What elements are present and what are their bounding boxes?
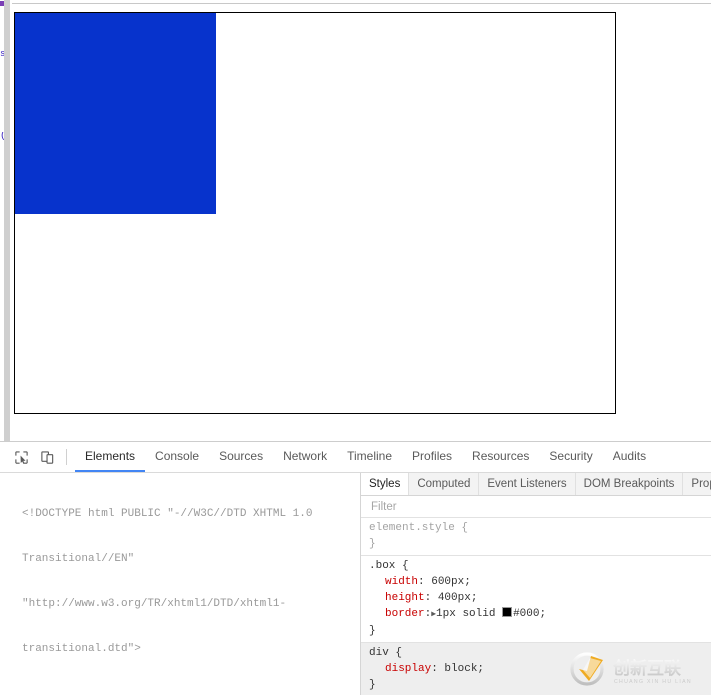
device-toolbar-icon-svg [40,450,53,464]
tab-elements[interactable]: Elements [75,442,146,472]
tab-timeline[interactable]: Timeline [337,442,402,472]
dom-doctype-line-1: <!DOCTYPE html PUBLIC "-//W3C//DTD XHTML… [22,508,313,520]
css-rule-element-style[interactable]: element.style { } [361,518,711,556]
styles-filter-row [361,496,711,518]
css-rule-close-brace: } [369,623,711,639]
css-selector-box[interactable]: .box { [369,558,711,574]
tab-audits[interactable]: Audits [603,442,656,472]
left-strip-marker-top [0,1,4,6]
css-value-border-head[interactable]: 1px solid [436,608,502,620]
css-decl-height[interactable]: height: 400px; [369,590,711,606]
css-prop-border[interactable]: border [369,608,425,620]
css-rule-box[interactable]: .box { width: 600px; height: 400px; bord… [361,556,711,643]
css-selector-text: element.style { [369,522,469,534]
left-strip-text-fragment-a: s [0,50,4,58]
css-close-brace-text: } [369,538,376,550]
toolbar-separator [66,449,67,465]
left-scrollbar-track[interactable] [4,0,10,441]
dom-doctype-line-3: "http://www.w3.org/TR/xhtml1/DTD/xhtml1- [22,598,287,610]
css-decl-border[interactable]: border:▶1px solid #000; [369,606,711,623]
dom-tree-pane: <!DOCTYPE html PUBLIC "-//W3C//DTD XHTML… [0,473,360,695]
css-sep: : [424,592,438,604]
css-decl-display[interactable]: display: block; [369,661,711,677]
dom-doctype-line-2: Transitional//EN" [22,553,135,565]
css-value-display[interactable]: block; [444,663,484,675]
tab-network[interactable]: Network [273,442,337,472]
css-decl-width[interactable]: width: 600px; [369,574,711,590]
css-prop-width[interactable]: width [369,576,418,588]
sidebar-tab-computed[interactable]: Computed [409,473,480,495]
css-prop-height[interactable]: height [369,592,425,604]
css-value-border-color[interactable]: #000; [513,608,546,620]
tab-console[interactable]: Console [145,442,209,472]
devtools-toolbar: Elements Console Sources Network Timelin… [0,442,711,473]
left-strip-text-fragment-b: ( [0,132,4,142]
css-rule-close-brace: } [369,536,711,552]
css-selector-div[interactable]: div { [369,645,711,661]
box-element[interactable] [14,12,616,414]
sidebar-tab-properties[interactable]: Proper [683,473,711,495]
css-sep: : [431,663,445,675]
devtools-tab-strip: Elements Console Sources Network Timelin… [75,442,656,472]
tab-resources[interactable]: Resources [462,442,539,472]
css-sep: : [418,576,432,588]
inspect-element-icon[interactable] [8,444,34,470]
left-window-strip: s ( [0,0,12,441]
styles-filter-input[interactable] [369,499,703,514]
tab-sources[interactable]: Sources [209,442,273,472]
sidebar-tab-styles[interactable]: Styles [361,473,410,495]
css-selector-text: .box { [369,560,409,572]
css-selector-element-style: element.style { [369,520,711,536]
dom-doctype-line-4: transitional.dtd"> [22,643,141,655]
viewport-top-hairline [12,3,711,4]
devtools-body: <!DOCTYPE html PUBLIC "-//W3C//DTD XHTML… [0,473,711,695]
devtools-panel: Elements Console Sources Network Timelin… [0,441,711,695]
css-prop-display[interactable]: display [369,663,431,675]
page-viewport: s ( [0,0,711,441]
styles-sidebar-pane: Styles Computed Event Listeners DOM Brea… [361,473,711,695]
inspect-element-icon-svg [14,450,28,464]
sidebar-tab-event-listeners[interactable]: Event Listeners [479,473,576,495]
tab-security[interactable]: Security [539,442,602,472]
css-close-brace-text: } [369,679,376,691]
css-rule-close-brace: } [369,677,711,693]
styles-sidebar-tab-strip: Styles Computed Event Listeners DOM Brea… [361,473,711,496]
sidebar-tab-dom-breakpoints[interactable]: DOM Breakpoints [576,473,684,495]
device-toolbar-icon[interactable] [34,444,60,470]
css-value-width[interactable]: 600px; [431,576,471,588]
tab-profiles[interactable]: Profiles [402,442,462,472]
css-close-brace-text: } [369,625,376,637]
css-rule-div-user-agent[interactable]: div { display: block; } [361,643,711,695]
css-selector-text: div { [369,647,403,659]
hz1-inner-element[interactable] [15,13,216,214]
dom-tree: <!DOCTYPE html PUBLIC "-//W3C//DTD XHTML… [0,473,360,695]
color-swatch-icon[interactable] [502,607,513,617]
css-value-height[interactable]: 400px; [438,592,478,604]
